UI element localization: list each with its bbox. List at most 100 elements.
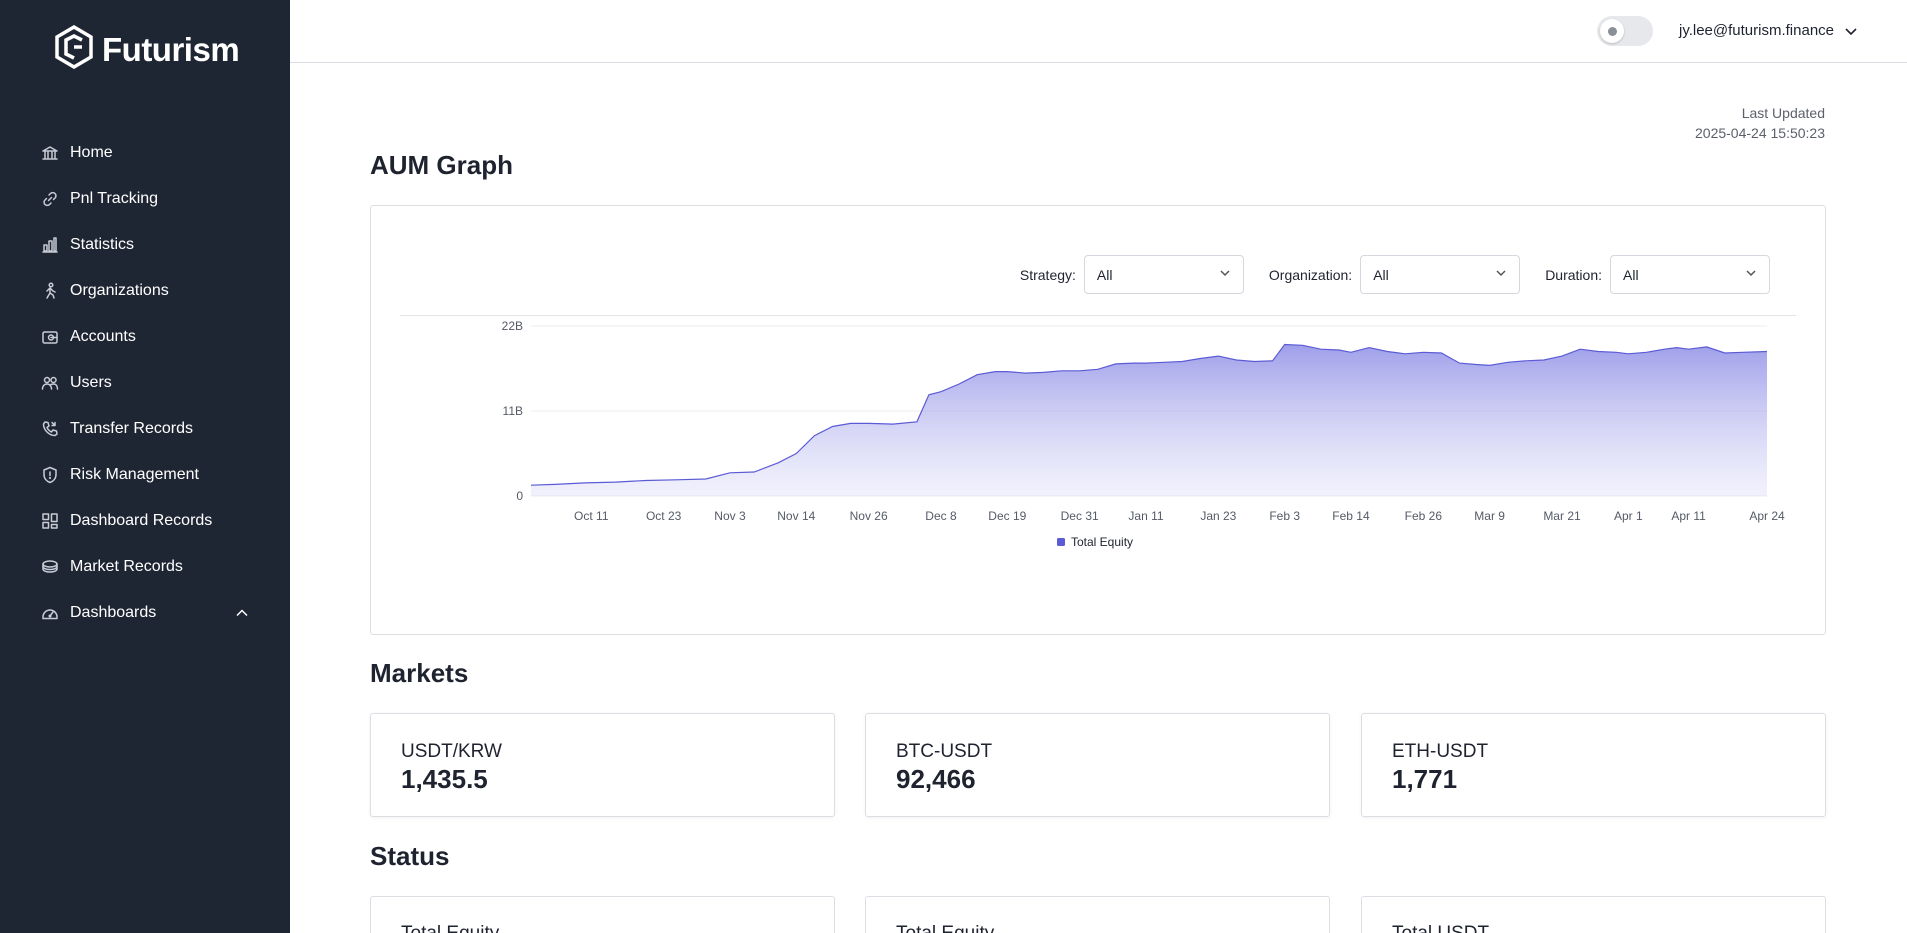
status-card-total-equity: Total Equity [865,896,1330,933]
status-card-total-usdt: Total USDT [1361,896,1826,933]
x-tick-label: Nov 3 [714,509,746,523]
market-card-usdt-krw[interactable]: USDT/KRW 1,435.5 [370,713,835,817]
sidebar-item-transfer-records[interactable]: Transfer Records [40,406,250,452]
status-title: Status [370,841,450,871]
top-bar: jy.lee@futurism.finance [290,0,1907,63]
coins-icon [40,557,60,577]
x-tick-label: Mar 21 [1543,509,1581,523]
sidebar-item-users[interactable]: Users [40,360,250,406]
sidebar-item-market-records[interactable]: Market Records [40,544,250,590]
sidebar: Futurism Home Pnl Tracking Statistics Or… [0,0,290,933]
sidebar-item-dashboards[interactable]: Dashboards [40,590,250,636]
x-tick-label: Jan 23 [1200,509,1236,523]
x-tick-label: Mar 9 [1474,509,1505,523]
shield-icon [40,465,60,485]
phone-icon [40,419,60,439]
duration-value: All [1623,266,1639,283]
chevron-up-icon[interactable] [234,605,250,621]
market-card-btc-usdt[interactable]: BTC-USDT 92,466 [865,713,1330,817]
status-name: Total USDT [1392,923,1489,933]
x-tick-label: Feb 26 [1405,509,1443,523]
chevron-down-icon[interactable] [1843,23,1859,39]
market-name: ETH-USDT [1392,741,1489,762]
sidebar-item-label: Statistics [70,236,135,253]
brand-logo[interactable]: Futurism [54,24,240,74]
strategy-select[interactable]: All [1083,255,1244,294]
x-tick-label: Nov 26 [850,509,888,523]
bar-chart-icon [40,235,60,255]
sidebar-item-label: Risk Management [70,466,199,483]
duration-select[interactable]: All [1610,255,1770,294]
y-tick-label: 11B [503,404,523,418]
status-name: Total Equity [896,923,994,933]
chevron-down-icon [1745,266,1757,284]
last-updated-value: 2025-04-24 15:50:23 [1695,125,1825,141]
person-walking-icon [40,281,60,301]
x-tick-label: Feb 14 [1332,509,1370,523]
link-icon [40,189,60,209]
aum-area-chart: 0 11B 22B Oct 11 Oct 23 Nov 3 Nov 14 Nov 26 Dec … [502,319,1785,549]
strategy-label: Strategy: [1019,266,1076,283]
theme-toggle[interactable] [1597,16,1653,46]
aum-chart-card: Strategy: All Organization: All Duration… [370,205,1826,635]
x-tick-label: Jan 11 [1128,509,1163,523]
users-icon [40,373,60,393]
x-tick-label: Dec 8 [925,509,957,523]
last-updated-label: Last Updated [1741,105,1825,121]
legend-label[interactable]: Total Equity [1071,535,1133,549]
organization-label: Organization: [1268,266,1353,283]
sidebar-item-label: Market Records [70,558,183,575]
gauge-icon [40,603,60,623]
sidebar-item-label: Dashboard Records [70,512,213,529]
grid-icon [40,511,60,531]
organization-value: All [1373,266,1389,283]
duration-label: Duration: [1545,266,1602,283]
last-updated: Last Updated 2025-04-24 15:50:23 [1695,103,1825,143]
sidebar-item-pnl-tracking[interactable]: Pnl Tracking [40,176,250,222]
chevron-down-icon [1495,266,1507,284]
brand-name: Futurism [102,30,240,68]
sidebar-item-label: Accounts [70,328,136,345]
market-value: 1,771 [1392,764,1458,794]
futurism-logo-icon [54,24,94,74]
x-tick-label: Dec 19 [988,509,1026,523]
sidebar-item-label: Organizations [70,282,169,299]
x-tick-label: Nov 14 [777,509,815,523]
aum-graph-title: AUM Graph [370,150,513,180]
sidebar-item-label: Transfer Records [70,420,193,437]
x-tick-label: Oct 11 [574,509,609,523]
markets-title: Markets [370,658,469,688]
x-tick-label: Apr 11 [1671,509,1706,523]
sidebar-item-statistics[interactable]: Statistics [40,222,250,268]
x-tick-label: Feb 3 [1269,509,1300,523]
y-tick-label: 0 [516,489,523,503]
sidebar-item-label: Pnl Tracking [70,190,159,207]
sun-icon [1600,19,1624,43]
sidebar-item-label: Dashboards [70,604,157,621]
series-area-total-equity [531,344,1767,496]
chevron-down-icon [1219,266,1231,284]
x-tick-label: Oct 23 [646,509,682,523]
market-value: 92,466 [896,764,976,794]
sidebar-item-label: Home [70,144,113,161]
sidebar-item-home[interactable]: Home [40,130,250,176]
wallet-icon [40,327,60,347]
x-tick-label: Dec 31 [1061,509,1099,523]
sidebar-item-risk-management[interactable]: Risk Management [40,452,250,498]
market-name: USDT/KRW [401,741,502,762]
sidebar-item-label: Users [70,374,112,391]
sidebar-nav: Home Pnl Tracking Statistics Organizatio… [40,130,250,636]
market-card-eth-usdt[interactable]: ETH-USDT 1,771 [1361,713,1826,817]
chart-filters: Strategy: All Organization: All Duration… [1020,255,1770,294]
sidebar-item-organizations[interactable]: Organizations [40,268,250,314]
sidebar-item-accounts[interactable]: Accounts [40,314,250,360]
sidebar-item-dashboard-records[interactable]: Dashboard Records [40,498,250,544]
user-email[interactable]: jy.lee@futurism.finance [1679,22,1834,39]
organization-select[interactable]: All [1360,255,1521,294]
market-value: 1,435.5 [401,764,488,794]
strategy-value: All [1096,266,1113,283]
status-card-total-equity: Total Equity [370,896,835,933]
market-name: BTC-USDT [896,741,993,762]
status-name: Total Equity [401,923,499,933]
bank-icon [40,143,60,163]
